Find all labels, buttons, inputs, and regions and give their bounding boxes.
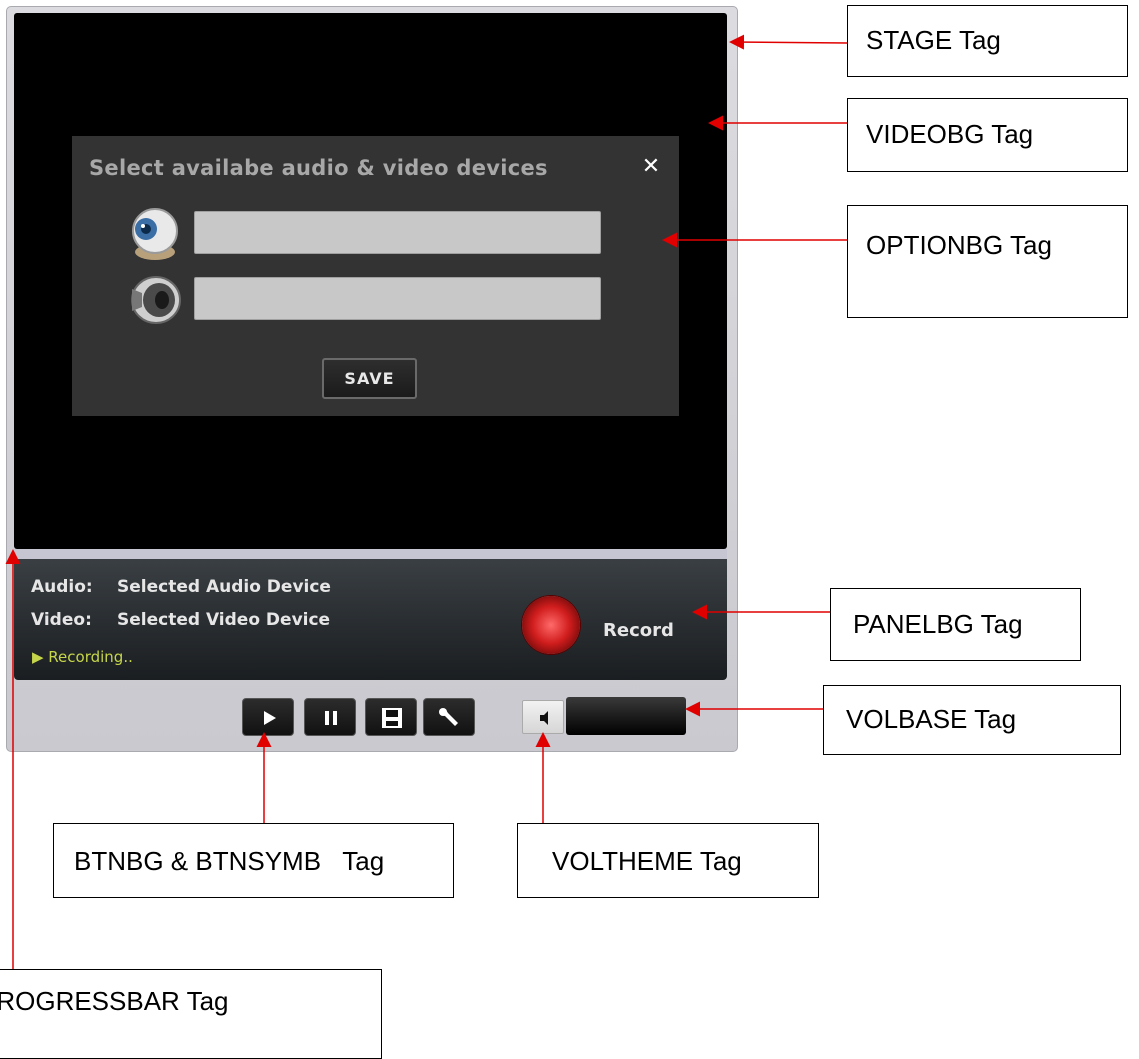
stage-arrow [729, 34, 848, 50]
callout-videobg: VIDEOBG Tag [847, 98, 1128, 172]
callout-voltheme-text: VOLTHEME Tag [552, 846, 742, 876]
callout-btnbg: BTNBG & BTNSYMB Tag [53, 823, 454, 898]
callout-btnbg-text: BTNBG & BTNSYMB Tag [74, 846, 385, 876]
callout-voltheme: VOLTHEME Tag [517, 823, 819, 898]
callout-stage: STAGE Tag [847, 5, 1128, 77]
callout-panelbg-text: PANELBG Tag [853, 609, 1023, 639]
callout-volbase: VOLBASE Tag [823, 685, 1121, 755]
callout-progressbar: PROGRESSBAR Tag [0, 969, 382, 1059]
callout-panelbg: PANELBG Tag [830, 588, 1081, 661]
callout-volbase-text: VOLBASE Tag [846, 704, 1017, 734]
callout-stage-text: STAGE Tag [866, 25, 1001, 55]
callout-videobg-text: VIDEOBG Tag [866, 119, 1034, 149]
callout-progressbar-text: PROGRESSBAR Tag [0, 986, 229, 1016]
callout-optionbg-text: OPTIONBG Tag [866, 230, 1052, 260]
callout-optionbg: OPTIONBG Tag [847, 205, 1128, 318]
